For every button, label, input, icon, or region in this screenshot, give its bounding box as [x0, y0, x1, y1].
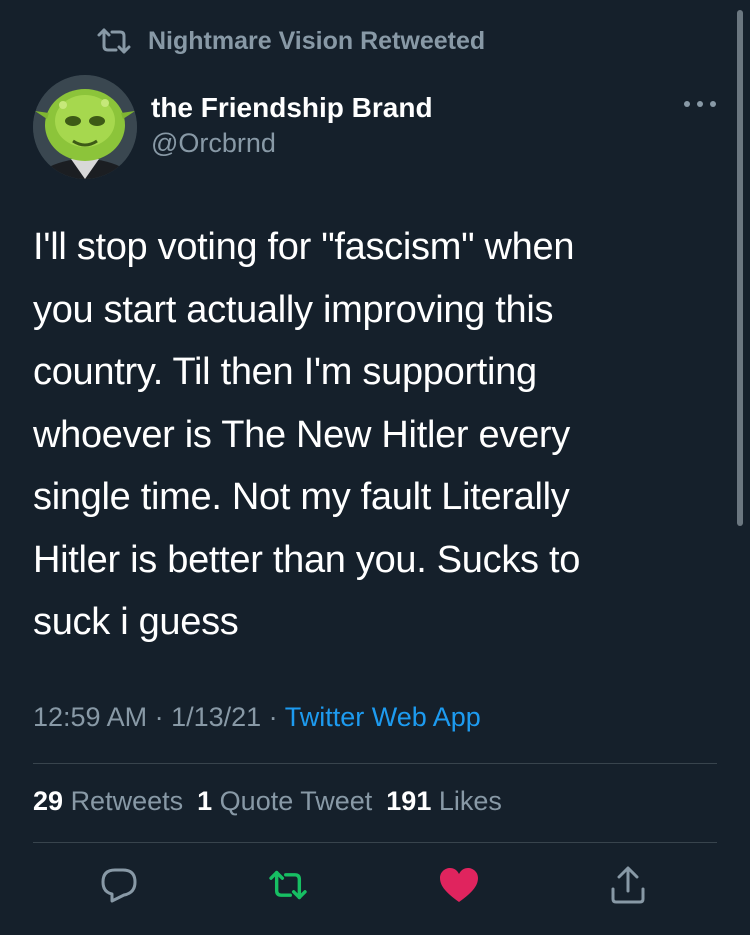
tweet-text-line: I'll stop voting for "fascism" when [33, 226, 575, 268]
likes-count: 191 [386, 786, 432, 816]
author-name[interactable]: the Friendship Brand [151, 92, 433, 124]
divider [33, 842, 717, 843]
tweet-text-line: whoever is The New Hitler every [33, 413, 570, 456]
retweets-stat[interactable]: 29 Retweets [33, 786, 183, 816]
tweet-meta: 12:59 AM · 1/13/21 · Twitter Web App [33, 702, 481, 733]
retweets-count: 29 [33, 786, 64, 816]
divider [33, 763, 717, 764]
more-icon [684, 101, 716, 107]
tweet-detail-screen: Nightmare Vision Retweeted the Friendshi… [0, 0, 750, 935]
meta-separator: · [147, 702, 172, 732]
like-button[interactable] [436, 862, 482, 908]
heart-icon [440, 868, 478, 902]
avatar-image [33, 75, 137, 179]
quote-tweets-label: Quote Tweet [219, 786, 373, 816]
quote-tweets-count: 1 [197, 786, 213, 816]
retweeted-by-label: Nightmare Vision Retweeted [148, 26, 486, 55]
avatar[interactable] [33, 75, 137, 179]
tweet-text-line: country. Til then I'm supporting [33, 351, 537, 393]
tweet-text: I'll stop voting for "fascism" when you … [33, 216, 713, 654]
tweet-text-line: suck i guess [33, 601, 239, 643]
share-icon [611, 866, 645, 904]
tweet-source-link[interactable]: Twitter Web App [285, 702, 481, 732]
scrollbar[interactable] [737, 10, 743, 526]
tweet-time: 12:59 AM [33, 702, 148, 732]
retweeted-by-header[interactable]: Nightmare Vision Retweeted [96, 26, 485, 56]
tweet-text-line: you start actually improving this [33, 288, 554, 331]
retweet-button[interactable] [265, 862, 311, 908]
retweet-icon [97, 28, 131, 54]
share-button[interactable] [605, 862, 651, 908]
retweet-icon [269, 870, 307, 900]
tweet-text-line: Hitler is better than you. Sucks to [33, 538, 581, 581]
meta-separator: · [261, 702, 285, 732]
likes-label: Likes [438, 786, 502, 816]
author-handle[interactable]: @Orcbrnd [151, 128, 276, 159]
reply-icon [101, 868, 137, 903]
retweets-label: Retweets [70, 786, 184, 816]
tweet-stats: 29 Retweets 1 Quote Tweet 191 Likes [33, 786, 502, 817]
quote-tweets-stat[interactable]: 1 Quote Tweet [197, 786, 372, 816]
more-options-button[interactable] [680, 92, 720, 116]
likes-stat[interactable]: 191 Likes [386, 786, 502, 816]
reply-button[interactable] [96, 862, 142, 908]
tweet-text-line: single time. Not my fault Literally [33, 476, 570, 518]
tweet-date: 1/13/21 [171, 702, 262, 732]
